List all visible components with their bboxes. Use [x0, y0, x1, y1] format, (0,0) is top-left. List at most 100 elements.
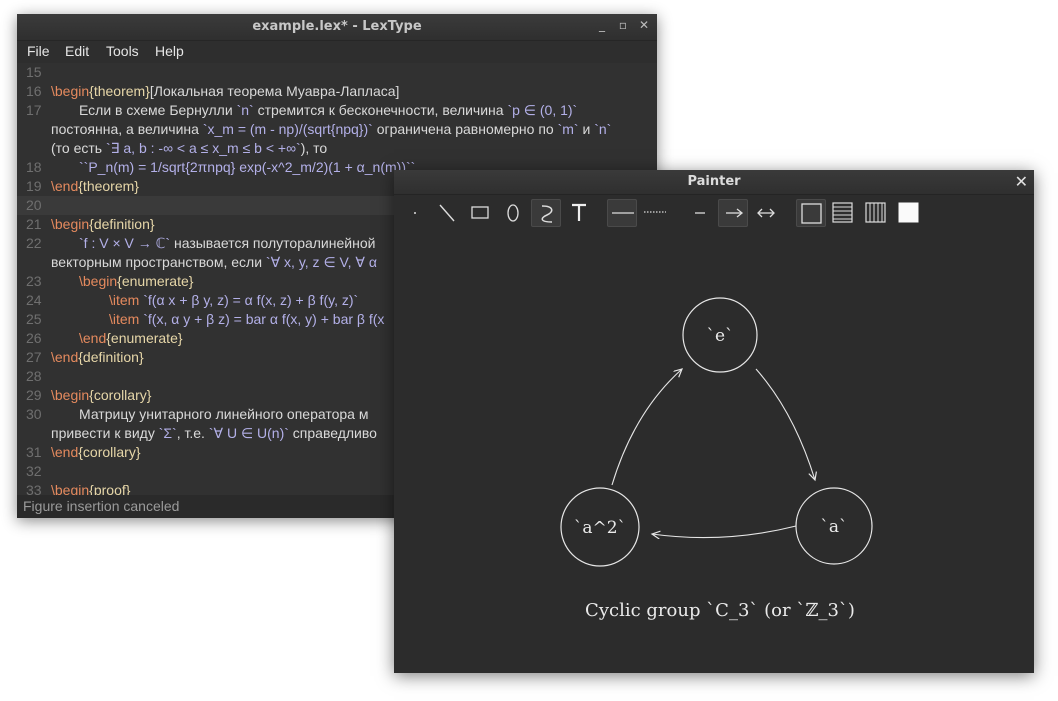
ellipse-tool-icon[interactable]	[498, 199, 528, 227]
latex-argument: {theorem}	[78, 178, 139, 194]
latex-argument: {corollary}	[78, 444, 141, 460]
plain-text: ), то	[300, 140, 328, 156]
line-number: 22	[26, 235, 42, 251]
double-arrow-icon[interactable]	[751, 199, 781, 227]
line-text: \end{theorem}	[51, 177, 139, 196]
line-number: 17	[26, 102, 42, 118]
point-tool-icon[interactable]	[400, 199, 430, 227]
code-line[interactable]: 15	[17, 63, 657, 82]
edge-a2-to-e[interactable]	[611, 369, 682, 486]
plain-text: [Локальная теорема Муавра-Лапласа]	[149, 83, 400, 99]
latex-command: \begin	[51, 216, 90, 232]
editor-titlebar[interactable]: example.lex* - LexType _ ▫ ✕	[17, 14, 657, 41]
plain-text: (то есть	[51, 140, 106, 156]
editor-title: example.lex* - LexType	[252, 19, 422, 34]
figure-caption: Cyclic group `C_3` (or `ℤ_3`)	[585, 600, 855, 621]
math-expression: `f(α x + β y, z) = α f(x, z) + β f(y, z)…	[143, 292, 359, 308]
latex-command: \begin	[51, 482, 90, 495]
close-icon[interactable]: ✕	[637, 18, 651, 32]
line-text: \end{enumerate}	[79, 329, 183, 348]
code-line[interactable]: (то есть `∃ a, b : -∞ < a ≤ x_m ≤ b < +∞…	[17, 139, 657, 158]
menu-help[interactable]: Help	[155, 43, 184, 59]
line-text: Если в схеме Бернулли `n` стремится к бе…	[79, 101, 577, 120]
menu-edit[interactable]: Edit	[65, 43, 89, 59]
curve-tool-icon[interactable]	[531, 199, 561, 227]
latex-command: \item	[109, 311, 140, 327]
painter-toolbar	[394, 195, 1034, 231]
node-a2-label: `a^2`	[574, 518, 626, 538]
drawing-canvas[interactable]: `e` `a` `a^2` Cyclic group `C_3` (or `ℤ_…	[394, 232, 1034, 673]
plain-text: стремится к бесконечности, величина	[253, 102, 508, 118]
line-number: 15	[26, 64, 42, 80]
latex-command: \end	[51, 349, 79, 365]
line-text: \end{corollary}	[51, 443, 141, 462]
code-line[interactable]: 17 Если в схеме Бернулли `n` стремится к …	[17, 101, 657, 120]
single-arrow-icon[interactable]	[718, 199, 748, 227]
line-text: \end{definition}	[51, 348, 144, 367]
line-number: 27	[26, 349, 42, 365]
latex-argument: {theorem}	[89, 83, 150, 99]
plain-text: привести к виду	[51, 425, 159, 441]
latex-argument: {enumerate}	[117, 273, 194, 289]
code-line[interactable]: постоянна, а величина `x_m = (m - np)/(s…	[17, 120, 657, 139]
painter-titlebar[interactable]: Painter ✕	[394, 170, 1034, 195]
line-number: 23	[26, 273, 42, 289]
math-expression: `f : V × V → ℂ`	[79, 235, 171, 251]
latex-command: \begin	[51, 387, 90, 403]
latex-command: \end	[79, 330, 107, 346]
latex-command: \begin	[79, 273, 118, 289]
latex-argument: {proof}	[89, 482, 131, 495]
math-expression: `∀ x, y, z ∈ V, ∀ α	[265, 254, 377, 270]
painter-title: Painter	[687, 174, 741, 189]
plain-text: Если в схеме Бернулли	[79, 102, 237, 118]
solid-line-style-icon[interactable]	[607, 199, 637, 227]
line-number: 30	[26, 406, 42, 422]
line-number: 21	[26, 216, 42, 232]
latex-argument: {definition}	[89, 216, 155, 232]
latex-argument: {enumerate}	[106, 330, 183, 346]
edge-e-to-a[interactable]	[755, 368, 815, 480]
edge-a-to-a2[interactable]	[652, 525, 797, 538]
line-number: 24	[26, 292, 42, 308]
plain-text: Матрицу унитарного линейного оператора м	[79, 406, 369, 422]
minimize-icon[interactable]: _	[595, 18, 609, 32]
line-number: 25	[26, 311, 42, 327]
latex-argument: {corollary}	[89, 387, 152, 403]
line-text: \begin{enumerate}	[79, 272, 193, 291]
node-a-label: `a`	[820, 517, 847, 537]
menu-file[interactable]: File	[27, 43, 50, 59]
line-number: 33	[26, 482, 42, 495]
maximize-icon[interactable]: ▫	[616, 18, 630, 32]
dotted-line-style-icon[interactable]	[640, 199, 670, 227]
line-text: (то есть `∃ a, b : -∞ < a ≤ x_m ≤ b < +∞…	[51, 139, 327, 158]
plain-text: , т.е.	[176, 425, 209, 441]
menu-tools[interactable]: Tools	[106, 43, 139, 59]
line-number: 18	[26, 159, 42, 175]
latex-command: \end	[51, 444, 79, 460]
solid-fill-icon[interactable]	[894, 199, 924, 227]
line-number: 16	[26, 83, 42, 99]
line-tool-icon[interactable]	[432, 199, 462, 227]
math-expression: ``P_n(m) = 1/sqrt{2πnpq} exp(-x^2_m/2)(1…	[79, 159, 416, 175]
line-number: 31	[26, 444, 42, 460]
line-text: \item `f(x, α y + β z) = bar α f(x, y) +…	[109, 310, 384, 329]
no-fill-icon[interactable]	[796, 199, 826, 227]
horizontal-hatch-fill-icon[interactable]	[828, 199, 858, 227]
vertical-hatch-fill-icon[interactable]	[861, 199, 891, 227]
no-arrow-icon[interactable]	[685, 199, 715, 227]
line-text: \begin{definition}	[51, 215, 155, 234]
line-text: постоянна, а величина `x_m = (m - np)/(s…	[51, 120, 611, 139]
close-icon[interactable]: ✕	[1015, 172, 1028, 191]
math-expression: `∃ a, b : -∞ < a ≤ x_m ≤ b < +∞`	[105, 140, 301, 156]
latex-command: \end	[51, 178, 79, 194]
rectangle-tool-icon[interactable]	[465, 199, 495, 227]
text-tool-icon[interactable]	[564, 199, 594, 227]
math-expression: `n`	[594, 121, 612, 137]
line-text: \item `f(α x + β y, z) = α f(x, z) + β f…	[109, 291, 358, 310]
line-number: 29	[26, 387, 42, 403]
code-line[interactable]: 16 \begin{theorem}[Локальная теорема Муав…	[17, 82, 657, 101]
line-number: 32	[26, 463, 42, 479]
painter-window: Painter ✕ `e` `a` `a^2` Cyclic group `C_…	[394, 170, 1034, 673]
line-text: \begin{corollary}	[51, 386, 151, 405]
plain-text: ограничена равномерно по	[372, 121, 558, 137]
